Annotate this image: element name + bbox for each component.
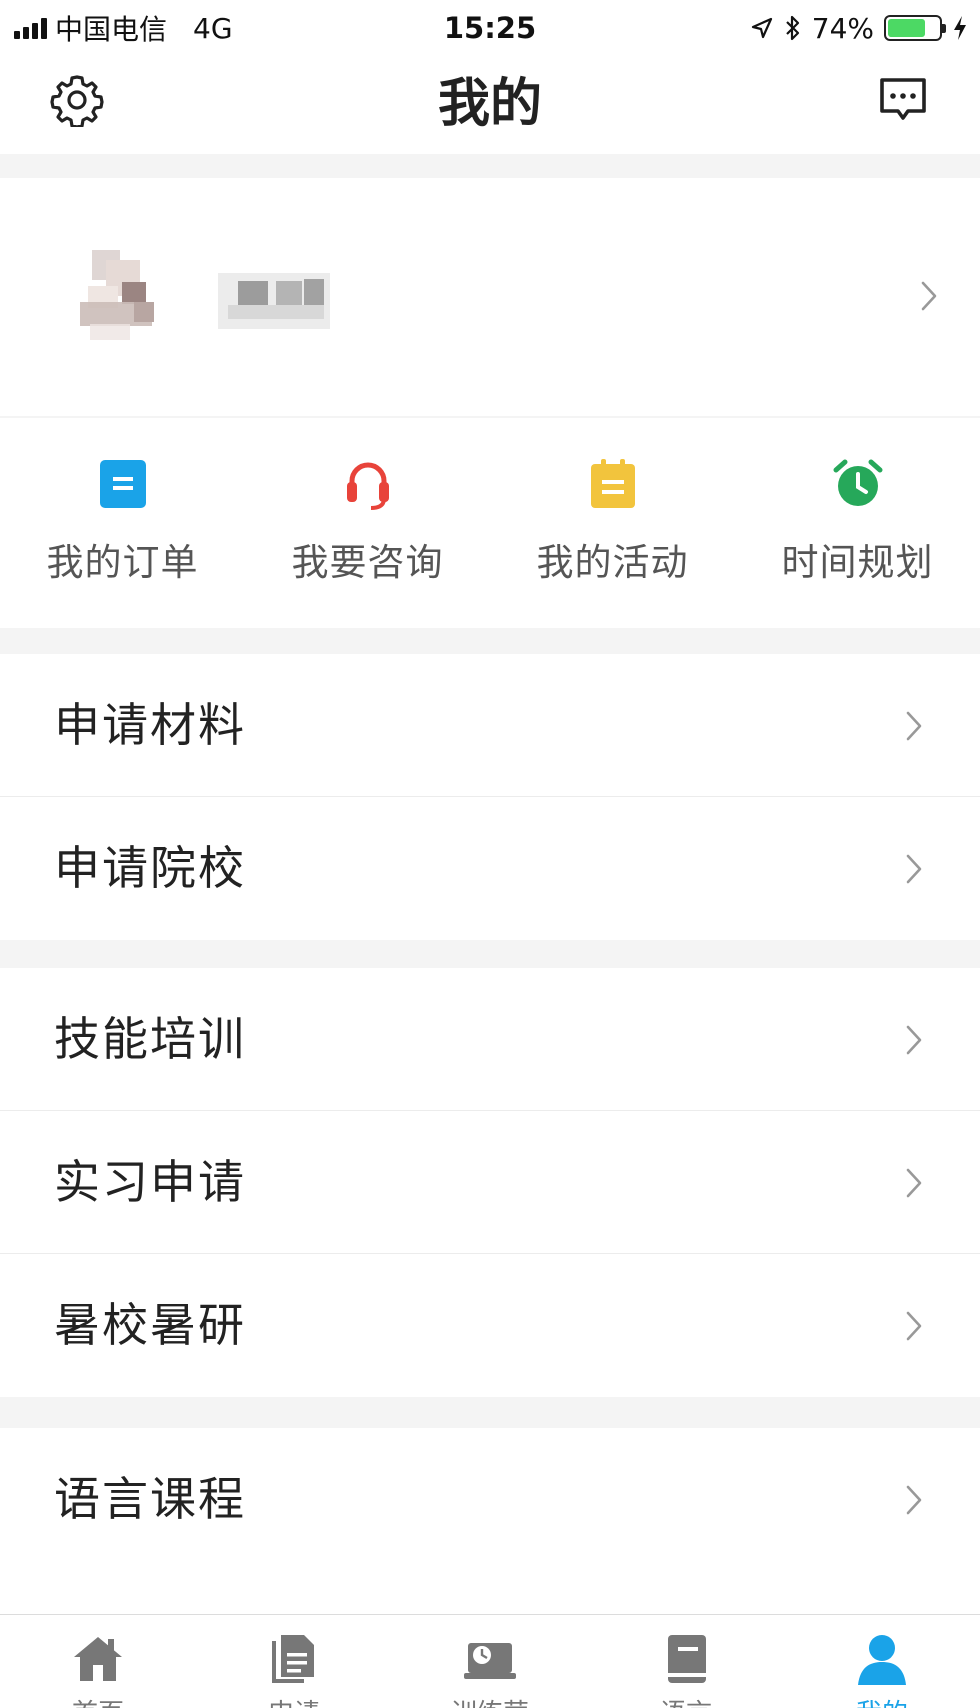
menu-item-label: 语言课程 — [54, 1472, 246, 1526]
headset-icon — [346, 462, 389, 510]
menu-item-label: 申请院校 — [54, 841, 246, 895]
training-icon — [464, 1643, 516, 1679]
tab-training-camp[interactable]: 训练营 — [392, 1615, 588, 1708]
tab-label: 训练营 — [392, 1693, 588, 1708]
profile-card[interactable] — [0, 178, 980, 416]
menu-item-language-courses[interactable]: 语言课程 — [0, 1428, 980, 1571]
battery-icon — [884, 15, 946, 41]
nav-header: 我的 — [0, 56, 980, 154]
clipboard-icon — [590, 459, 635, 508]
menu-group-programs: 技能培训 实习申请 暑校暑研 — [0, 968, 980, 1397]
chevron-right-icon — [906, 1311, 922, 1341]
quick-action-consult[interactable]: 我要咨询 — [245, 418, 490, 628]
document-icon — [272, 1635, 314, 1683]
user-icon — [858, 1635, 906, 1685]
menu-item-label: 实习申请 — [54, 1155, 246, 1209]
tab-label: 语言 — [588, 1693, 784, 1708]
menu-item-summer-school[interactable]: 暑校暑研 — [0, 1254, 980, 1397]
menu-item-application-materials[interactable]: 申请材料 — [0, 654, 980, 797]
home-icon — [74, 1637, 122, 1681]
menu-item-label: 技能培训 — [54, 1012, 246, 1066]
chevron-right-icon — [906, 1168, 922, 1198]
quick-actions: 我的订单 我要咨询 我的活动 时间规划 — [0, 418, 980, 628]
order-icon — [99, 460, 146, 508]
menu-group-application: 申请材料 申请院校 — [0, 654, 980, 940]
tab-language[interactable]: 语言 — [588, 1615, 784, 1708]
menu-item-skills-training[interactable]: 技能培训 — [0, 968, 980, 1111]
menu-item-label: 暑校暑研 — [54, 1298, 246, 1352]
tab-label: 申请 — [196, 1693, 392, 1708]
quick-action-orders[interactable]: 我的订单 — [0, 418, 245, 628]
menu-item-internship[interactable]: 实习申请 — [0, 1111, 980, 1254]
tab-apply[interactable]: 申请 — [196, 1615, 392, 1708]
quick-action-label: 我的活动 — [536, 541, 689, 584]
quick-action-schedule[interactable]: 时间规划 — [735, 418, 980, 628]
tab-bar: 首页 申请 训练营 语言 我的 — [0, 1614, 980, 1708]
chevron-right-icon — [906, 1025, 922, 1055]
quick-action-label: 我要咨询 — [291, 541, 444, 584]
alarm-clock-icon — [833, 459, 882, 506]
menu-item-application-schools[interactable]: 申请院校 — [0, 797, 980, 940]
tab-home[interactable]: 首页 — [0, 1615, 196, 1708]
status-bar: 中国电信 4G 15:25 74% — [0, 0, 980, 56]
tab-label: 我的 — [784, 1693, 980, 1708]
tab-label: 首页 — [0, 1693, 196, 1708]
location-icon — [751, 17, 772, 39]
message-icon[interactable] — [878, 75, 928, 125]
charging-icon — [954, 16, 966, 40]
quick-action-label: 我的订单 — [46, 541, 199, 584]
quick-action-label: 时间规划 — [781, 541, 934, 584]
status-right: 74% — [750, 8, 968, 48]
chevron-right-icon — [906, 1485, 922, 1515]
avatar — [70, 250, 170, 350]
chevron-right-icon — [921, 281, 937, 311]
chevron-right-icon — [906, 854, 922, 884]
chevron-right-icon — [906, 711, 922, 741]
quick-action-activities[interactable]: 我的活动 — [490, 418, 735, 628]
menu-group-language: 语言课程 — [0, 1428, 980, 1614]
menu-item-label: 申请材料 — [54, 698, 246, 752]
page-title: 我的 — [437, 74, 542, 134]
book-icon — [668, 1635, 706, 1683]
username-blurred — [218, 273, 330, 329]
battery-percent: 74% — [811, 11, 874, 45]
bluetooth-icon — [785, 15, 799, 41]
tab-mine[interactable]: 我的 — [784, 1615, 980, 1708]
